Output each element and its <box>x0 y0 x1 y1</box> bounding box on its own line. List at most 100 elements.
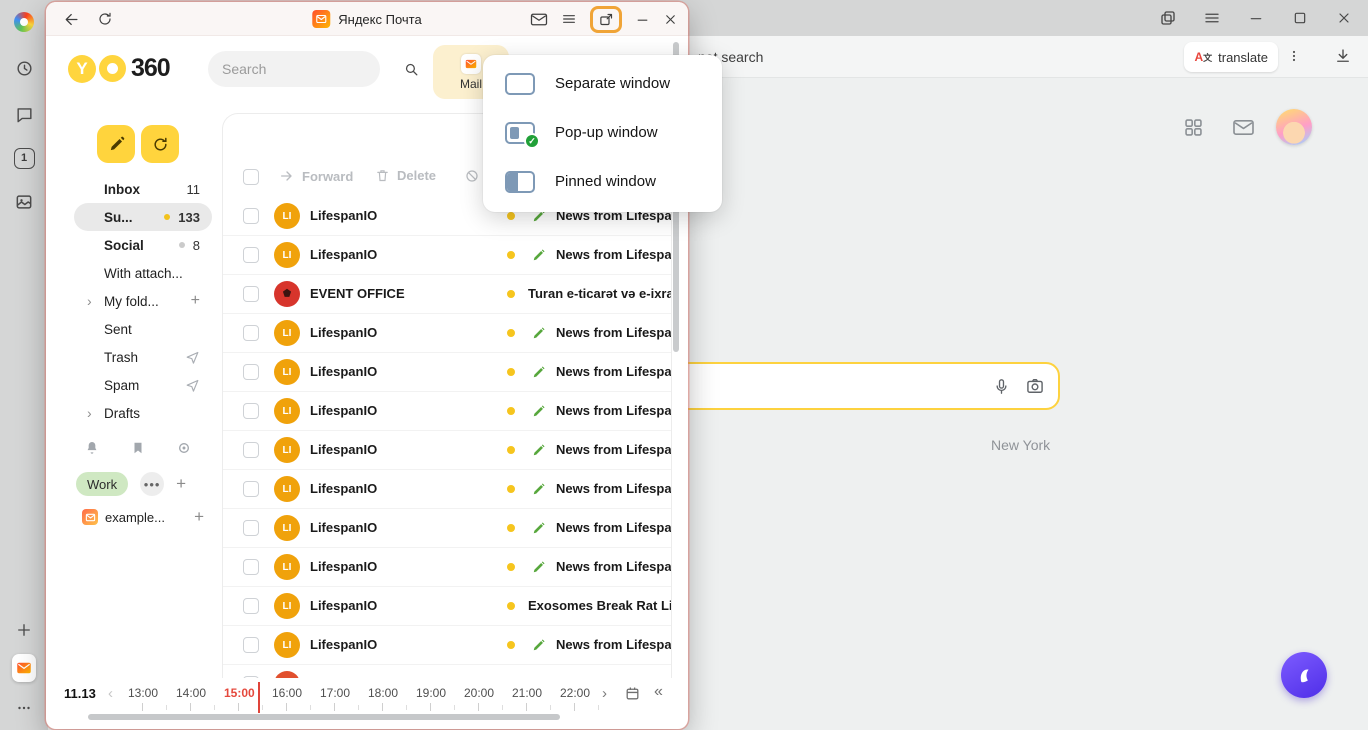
close-window-icon[interactable] <box>1334 8 1354 28</box>
sidebar-more-icon[interactable] <box>12 696 36 720</box>
message-row[interactable]: LILifespanIONews from Lifespan... <box>223 236 671 275</box>
page-mail-icon[interactable] <box>1232 118 1255 137</box>
draft-pencil-icon <box>532 326 546 340</box>
folder-item-sent[interactable]: Sent <box>74 315 212 343</box>
account-row[interactable]: example... + <box>82 507 204 527</box>
message-checkbox[interactable] <box>243 520 259 536</box>
menu-item-separate-window[interactable]: Separate window <box>483 59 722 108</box>
downloads-icon[interactable] <box>1334 47 1352 65</box>
circle-dot-icon[interactable] <box>176 440 192 456</box>
tabs-panel-icon[interactable] <box>1158 8 1178 28</box>
folder-item-social[interactable]: Social8 <box>74 231 212 259</box>
message-checkbox[interactable] <box>243 403 259 419</box>
page-search-input[interactable] <box>666 378 984 395</box>
delete-button[interactable]: Delete <box>375 168 436 183</box>
voice-search-icon[interactable] <box>984 369 1018 403</box>
message-row[interactable]: LILifespanIONews from Lifespan... <box>223 470 671 509</box>
yandex-mail-logo-icon <box>312 10 330 28</box>
message-row[interactable] <box>223 665 671 678</box>
search-icon[interactable] <box>403 61 420 78</box>
menu-item-popup-window[interactable]: ✓Pop-up window <box>483 108 722 157</box>
message-row[interactable]: LILifespanIONews from Lifespan... <box>223 314 671 353</box>
message-checkbox[interactable] <box>243 637 259 653</box>
folder-item-spam[interactable]: Spam <box>74 371 212 399</box>
minimize-window-icon[interactable] <box>1246 8 1266 28</box>
yandex-browser-logo-icon[interactable] <box>12 10 36 34</box>
message-row[interactable]: LILifespanIONews from Lifespan... <box>223 353 671 392</box>
mail-search-box[interactable] <box>208 51 380 87</box>
day-timeline[interactable]: 11.13 ‹ 13:0014:0015:0016:0017:0018:0019… <box>46 678 688 718</box>
browser-menu-icon[interactable] <box>1202 8 1222 28</box>
mail-search-input[interactable] <box>222 61 403 77</box>
timeline-next-icon[interactable]: › <box>602 685 607 702</box>
message-checkbox[interactable] <box>243 364 259 380</box>
y360-logo: Y 360 <box>68 54 170 83</box>
sender-avatar: LI <box>274 632 300 658</box>
horizontal-scrollbar[interactable] <box>88 714 560 720</box>
titlebar-menu-icon[interactable] <box>561 11 577 27</box>
collapse-timeline-icon[interactable]: « <box>654 683 663 701</box>
message-checkbox[interactable] <box>243 481 259 497</box>
history-clock-icon[interactable] <box>12 56 36 80</box>
message-row[interactable]: LILifespanIONews from Lifespan... <box>223 392 671 431</box>
message-checkbox[interactable] <box>243 247 259 263</box>
sidebar-add-icon[interactable] <box>12 618 36 642</box>
folder-item-withattach[interactable]: With attach... <box>74 259 212 287</box>
message-checkbox[interactable] <box>243 598 259 614</box>
add-label-icon[interactable]: + <box>176 474 186 494</box>
location-label[interactable]: New York <box>991 437 1050 453</box>
back-icon[interactable] <box>62 11 79 28</box>
bookmark-flag-icon[interactable] <box>130 440 146 456</box>
message-checkbox[interactable] <box>243 286 259 302</box>
popup-titlebar[interactable]: Яндекс Почта <box>46 2 688 36</box>
sender-avatar <box>274 281 300 307</box>
add-account-icon[interactable]: + <box>194 507 204 527</box>
folder-item-myfold[interactable]: ›My fold...+ <box>74 287 212 315</box>
gallery-icon[interactable] <box>12 190 36 214</box>
page-search-box[interactable] <box>664 362 1060 410</box>
select-all-checkbox[interactable] <box>243 169 259 185</box>
services-grid-icon[interactable] <box>1183 117 1204 138</box>
reload-icon[interactable] <box>97 11 113 27</box>
message-row[interactable]: LILifespanIONews from Lifespan... <box>223 626 671 665</box>
folder-item-trash[interactable]: Trash <box>74 343 212 371</box>
chat-icon[interactable] <box>12 102 36 126</box>
draft-pencil-icon <box>532 638 546 652</box>
menu-item-pinned-window[interactable]: Pinned window <box>483 157 722 206</box>
folder-item-su[interactable]: Su...133 <box>74 203 212 231</box>
popup-close-icon[interactable] <box>663 12 678 27</box>
folder-item-drafts[interactable]: ›Drafts <box>74 399 212 427</box>
message-checkbox[interactable] <box>243 208 259 224</box>
yandex-mail-app-icon[interactable] <box>12 656 36 680</box>
check-mail-button[interactable] <box>141 125 179 163</box>
bell-icon[interactable] <box>84 440 100 456</box>
message-row[interactable]: LILifespanIONews from Lifespan... <box>223 509 671 548</box>
calendar-icon[interactable] <box>624 685 641 702</box>
folder-item-inbox[interactable]: Inbox11 <box>74 175 212 203</box>
forward-button[interactable]: Forward <box>279 168 353 184</box>
alice-assistant-button[interactable] <box>1281 652 1327 698</box>
message-row[interactable]: LILifespanIONews from Lifespan... <box>223 548 671 587</box>
label-work[interactable]: Work <box>76 472 128 496</box>
maximize-window-icon[interactable] <box>1290 8 1310 28</box>
popup-minimize-icon[interactable] <box>635 12 650 27</box>
message-row[interactable]: LILifespanIONews from Lifespan... <box>223 431 671 470</box>
compose-button[interactable] <box>97 125 135 163</box>
message-checkbox[interactable] <box>243 559 259 575</box>
user-avatar[interactable] <box>1276 109 1312 145</box>
window-mode-button[interactable] <box>590 6 622 33</box>
message-checkbox[interactable] <box>243 442 259 458</box>
translate-button[interactable]: А文 translate <box>1184 42 1278 72</box>
image-search-icon[interactable] <box>1018 369 1052 403</box>
add-subfolder-icon[interactable]: + <box>191 293 200 309</box>
labels-more-icon[interactable]: ••• <box>140 472 164 496</box>
timeline-hour: 21:00 <box>512 686 542 700</box>
titlebar-mail-icon[interactable] <box>530 12 548 27</box>
message-checkbox[interactable] <box>243 325 259 341</box>
omnibox-more-icon[interactable] <box>1286 48 1302 64</box>
tab-counter-badge[interactable]: 1 <box>12 146 36 170</box>
message-row[interactable]: LILifespanIOExosomes Break Rat Lif... <box>223 587 671 626</box>
window-controls <box>1158 8 1354 28</box>
message-row[interactable]: EVENT OFFICETuran e-ticarət və e-ixra... <box>223 275 671 314</box>
timeline-prev-icon[interactable]: ‹ <box>108 685 113 702</box>
